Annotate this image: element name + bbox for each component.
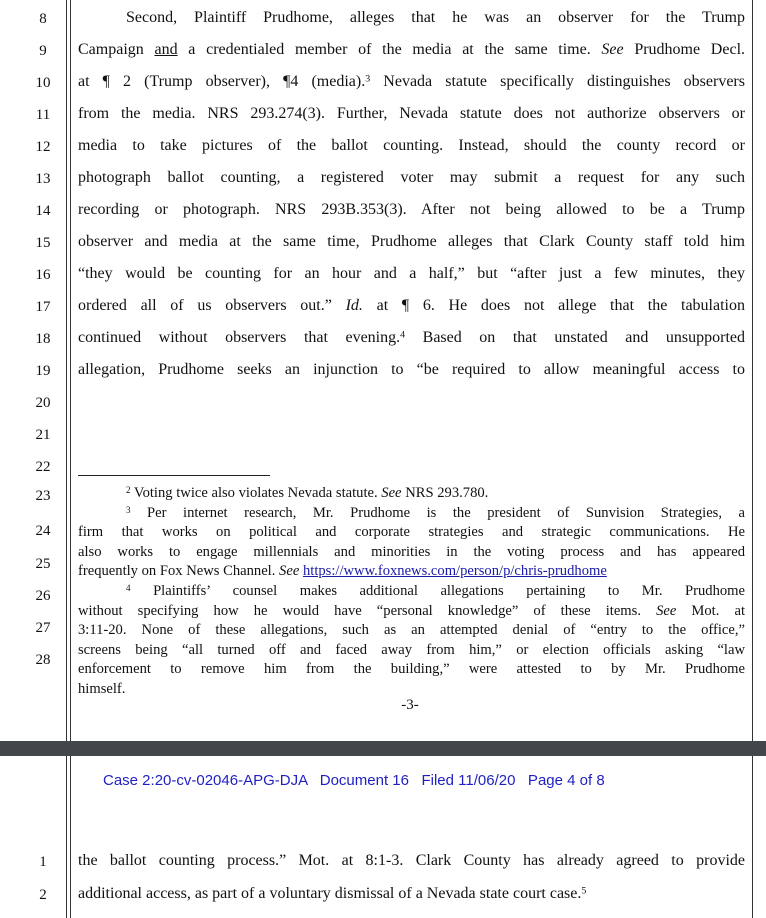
line-number: 8 [39,11,47,27]
margin-rule-left-outer [66,0,67,741]
footnote-line: firm that works on political and corpora… [78,523,745,541]
body-line: “they would be counting for an hour and … [78,264,745,284]
body-line: the ballot counting process.” Mot. at 8:… [78,851,745,871]
text-segment: also works to engage millennials and min… [78,543,745,560]
line-number: 9 [39,43,47,59]
footnote-line: 2 Voting twice also violates Nevada stat… [78,484,745,502]
footnote-line: without specifying how he would have “pe… [78,602,745,620]
page-break-divider [0,741,766,756]
margin-rule-left-outer [66,756,67,918]
line-number: 13 [35,171,51,187]
text-segment: and [154,41,178,58]
body-line: Campaign and a credentialed member of th… [78,40,745,60]
line-number: 11 [35,107,51,123]
body-line: ordered all of us observers out.” Id. at… [78,296,745,316]
text-segment: See [601,41,624,58]
line-number: 21 [35,427,51,443]
line-number: 12 [35,139,51,155]
case-header: Case 2:20-cv-02046-APG-DJA Document 16 F… [103,772,605,789]
text-segment: See [381,485,402,501]
line-number: 28 [35,652,51,668]
body-line: from the media. NRS 293.274(3). Further,… [78,104,745,124]
text-segment: media to take pictures of the ballot cou… [78,137,745,154]
footnote-link[interactable]: https://www.foxnews.com/person/p/chris-p… [303,563,607,579]
footnote-ref: 5 [581,885,587,897]
line-number: 22 [35,459,51,475]
line-number: 16 [35,267,51,283]
text-segment: observer and media at the same time, Pru… [78,233,745,250]
text-segment: Id. [345,297,363,314]
margin-rule-right [752,0,753,741]
text-segment: Based on that unstated and unsupported [405,329,746,346]
line-number: 2 [39,887,47,903]
body-line: media to take pictures of the ballot cou… [78,136,745,156]
line-number: 24 [35,523,51,539]
text-segment: See [656,602,677,619]
text-segment: firm that works on political and corpora… [78,524,745,541]
line-number: 23 [35,488,51,504]
footnote-line: himself. [78,680,745,698]
margin-rule-right [752,756,753,918]
text-segment: ordered all of us observers out.” [78,297,346,314]
text-segment: Plaintiffs’ counsel makes additional all… [130,583,745,599]
text-segment: the ballot counting process.” Mot. at 8:… [78,852,745,869]
line-number: 15 [35,235,51,251]
text-segment: frequently on Fox News Channel. [78,563,280,580]
footnote-line: frequently on Fox News Channel. See http… [78,562,745,580]
text-segment: at ¶ 6. He does not allege that the tabu… [362,297,745,314]
body-line: observer and media at the same time, Pru… [78,232,745,252]
text-segment: additional access, as part of a voluntar… [78,885,582,902]
text-segment: Per internet research, Mr. Prudhome is t… [130,504,745,521]
text-segment: NRS 293.780. [401,485,489,501]
line-number: 10 [35,75,51,91]
footnote-line: 4 Plaintiffs’ counsel makes additional a… [78,582,745,600]
margin-rule-left-inner [70,0,71,741]
footnote-line: 3 Per internet research, Mr. Prudhome is… [78,504,745,522]
text-segment: without specifying how he would have “pe… [78,602,657,619]
text-segment: See [279,563,300,580]
line-number: 27 [35,620,51,636]
line-number: 19 [35,363,51,379]
text-segment: enforcement to remove him from the build… [78,661,745,678]
text-segment: continued without observers that evening… [78,329,401,346]
text-segment: screens being “all turned off and faced … [78,641,745,658]
body-line: additional access, as part of a voluntar… [78,884,745,904]
footnote-line: enforcement to remove him from the build… [78,660,745,678]
body-line: at ¶ 2 (Trump observer), ¶4 (media).3 Ne… [78,72,745,92]
footnote-line: screens being “all turned off and faced … [78,641,745,659]
body-line: continued without observers that evening… [78,328,745,348]
text-segment: Voting twice also violates Nevada statut… [130,485,382,501]
line-number: 18 [35,331,51,347]
footnote-line: 3:11-20. None of these allegations, such… [78,621,745,639]
text-segment: Second, Plaintiff Prudhome, alleges that… [126,9,745,26]
text-segment: himself. [78,681,126,697]
text-segment: Nevada statute specifically distinguishe… [370,73,745,90]
line-number: 1 [39,854,47,870]
line-number: 14 [35,203,51,219]
text-segment: “they would be counting for an hour and … [78,265,745,282]
text-segment: allegation, Prudhome seeks an injunction… [78,361,745,378]
body-line: recording or photograph. NRS 293B.353(3)… [78,200,745,220]
text-segment: recording or photograph. NRS 293B.353(3)… [78,201,745,218]
text-segment: Campaign [78,41,155,58]
body-line: allegation, Prudhome seeks an injunction… [78,360,745,380]
line-number: 26 [35,588,51,604]
text-segment: Mot. at [676,602,745,619]
page-number: -3- [401,697,419,713]
text-segment: a credentialed member of the media at th… [177,41,602,58]
footnote-line: also works to engage millennials and min… [78,543,745,561]
text-segment: photograph ballot counting, a registered… [78,169,745,186]
text-segment: at ¶ 2 (Trump observer), ¶4 (media). [78,73,366,90]
body-line: photograph ballot counting, a registered… [78,168,745,188]
body-line: Second, Plaintiff Prudhome, alleges that… [78,8,745,28]
text-segment: 3:11-20. None of these allegations, such… [78,622,745,639]
line-number: 25 [35,556,51,572]
text-segment: Prudhome Decl. [623,41,746,58]
line-number: 17 [35,299,51,315]
margin-rule-left-inner [70,756,71,918]
text-segment: from the media. NRS 293.274(3). Further,… [78,105,745,122]
footnote-separator [78,475,270,476]
line-number: 20 [35,395,51,411]
